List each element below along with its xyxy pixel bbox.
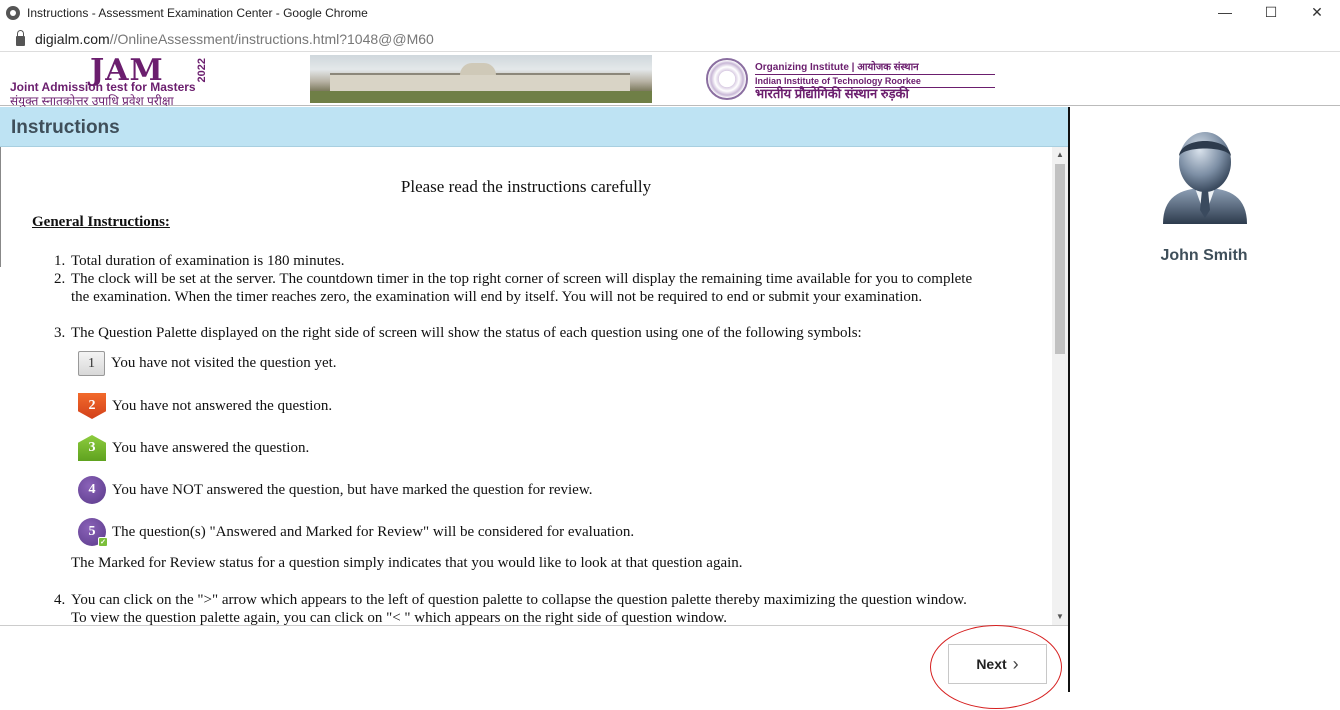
legend-not-answered: 2 You have not answered the question.: [78, 393, 332, 419]
maximize-icon[interactable]: ☐: [1248, 0, 1294, 24]
window-titlebar: Instructions - Assessment Examination Ce…: [0, 0, 1340, 26]
item-text: The clock will be set at the server. The…: [71, 271, 973, 305]
window-controls: — ☐ ✕: [1202, 0, 1340, 26]
scroll-thumb[interactable]: [1055, 164, 1065, 354]
legend-answered: 3 You have answered the question.: [78, 435, 309, 461]
url-path[interactable]: //OnlineAssessment/instructions.html?104…: [110, 31, 434, 47]
instructions-header: Instructions: [0, 107, 1068, 147]
answered-icon: 3: [78, 435, 106, 461]
address-bar[interactable]: digialm.com//OnlineAssessment/instructio…: [0, 26, 1340, 52]
instructions-panel: Instructions Please read the instruction…: [0, 107, 1068, 709]
iitr-seal-icon: [706, 58, 748, 100]
not-visited-icon: 1: [78, 351, 105, 376]
exam-banner: JAM 2022 Joint Admission test for Master…: [0, 52, 1340, 109]
candidate-name: John Smith: [1160, 247, 1248, 264]
instruction-item-4: 4. You can click on the ">" arrow which …: [54, 591, 974, 625]
close-icon[interactable]: ✕: [1294, 0, 1340, 24]
legend-text: You have answered the question.: [112, 439, 310, 456]
lock-icon[interactable]: [16, 29, 25, 46]
legend-text: You have NOT answered the question, but …: [112, 481, 593, 498]
chevron-right-icon: ›: [1012, 653, 1019, 674]
general-instructions-title: General Instructions:: [32, 214, 170, 230]
please-read-heading: Please read the instructions carefully: [400, 177, 652, 196]
marked-for-review-icon: 4: [78, 476, 106, 504]
legend-text: You have not visited the question yet.: [111, 355, 337, 371]
item-number: 4.: [54, 592, 66, 608]
footer-divider: [0, 625, 1068, 626]
org-line-1: Organizing Institute | आयोजक संस्थान: [755, 62, 995, 75]
legend-text: The question(s) "Answered and Marked for…: [112, 523, 635, 540]
jam-year: 2022: [196, 58, 208, 83]
url-host[interactable]: digialm.com: [35, 31, 110, 47]
org-line-3: भारतीय प्रौद्योगिकी संस्थान रुड़की: [755, 86, 909, 101]
marked-review-note: The Marked for Review status for a quest…: [54, 554, 974, 572]
instruction-item-3: 3. The Question Palette displayed on the…: [54, 324, 974, 342]
note-text: The Marked for Review status for a quest…: [71, 555, 743, 571]
symbol-number: 5: [88, 524, 96, 539]
legend-not-visited: 1 You have not visited the question yet.: [78, 351, 337, 376]
candidate-profile: John Smith: [1070, 107, 1340, 692]
item-text: Total duration of examination is 180 min…: [71, 253, 345, 269]
minimize-icon[interactable]: —: [1202, 0, 1248, 24]
item-text: The Question Palette displayed on the ri…: [71, 325, 862, 341]
item-number: 1.: [54, 253, 66, 269]
user-avatar-icon: [1163, 132, 1247, 224]
instructions-content[interactable]: Please read the instructions carefully G…: [0, 147, 1052, 625]
check-badge-icon: ✓: [98, 537, 108, 547]
instruction-item-2: 2. The clock will be set at the server. …: [54, 270, 974, 306]
organizing-institute: Organizing Institute | आयोजक संस्थान Ind…: [755, 62, 995, 100]
institute-building-image: [310, 55, 652, 103]
chrome-app-icon: [6, 6, 20, 20]
content-scrollbar[interactable]: ▲ ▼: [1052, 147, 1068, 625]
jam-logo: JAM 2022 Joint Admission test for Master…: [10, 56, 290, 109]
item-text: You can click on the ">" arrow which app…: [71, 592, 967, 625]
answered-and-marked-icon: 5 ✓: [78, 518, 108, 547]
instructions-title: Instructions: [11, 117, 120, 138]
legend-answered-and-marked: 5 ✓ The question(s) "Answered and Marked…: [78, 518, 635, 547]
instruction-item-1: 1. Total duration of examination is 180 …: [54, 252, 974, 270]
scroll-up-icon[interactable]: ▲: [1052, 147, 1068, 163]
item-number: 2.: [54, 271, 66, 287]
scroll-down-icon[interactable]: ▼: [1052, 609, 1068, 625]
legend-text: You have not answered the question.: [112, 397, 333, 414]
legend-marked-for-review: 4 You have NOT answered the question, bu…: [78, 476, 592, 504]
next-label: Next: [976, 656, 1007, 672]
not-answered-icon: 2: [78, 393, 106, 419]
window-title: Instructions - Assessment Examination Ce…: [27, 6, 368, 20]
next-button[interactable]: Next ›: [948, 644, 1047, 684]
item-number: 3.: [54, 325, 66, 341]
